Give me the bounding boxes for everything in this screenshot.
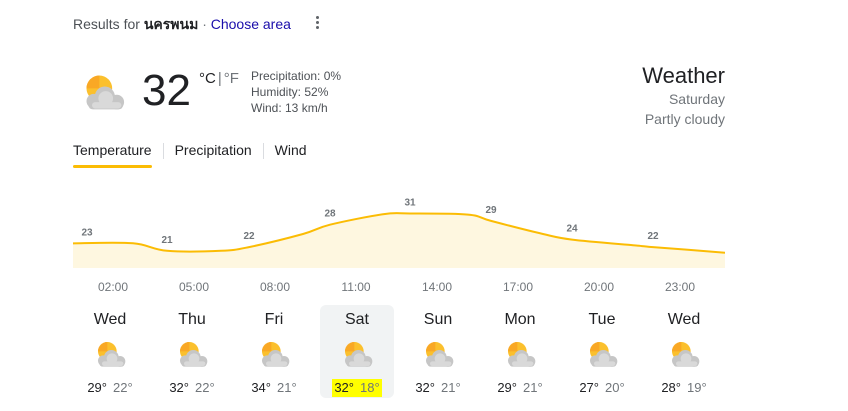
low-temp: 21° <box>523 380 543 395</box>
high-temp: 29° <box>497 380 517 395</box>
temperature-value: 22 <box>243 231 255 242</box>
high-temp: 32° <box>169 380 189 395</box>
hour-label: 05:00 <box>178 280 210 294</box>
weather-condition: Partly cloudy <box>644 111 725 127</box>
low-temp: 21° <box>441 380 461 395</box>
unit-separator: | <box>217 70 222 87</box>
weather-details: Precipitation: 0% Humidity: 52% Wind: 13… <box>251 68 341 116</box>
temperature-graph: 23 21 22 28 31 29 24 22 <box>73 197 725 268</box>
day-wed[interactable]: Wed 28° 19° <box>647 305 721 398</box>
day-name: Fri <box>264 311 284 328</box>
day-temps: 32° 21° <box>413 379 462 397</box>
choose-area-link[interactable]: Choose area <box>211 16 291 32</box>
results-header: Results for นครพนม · Choose area <box>73 14 291 36</box>
day-temps: 27° 20° <box>577 379 626 397</box>
day-name: Sat <box>344 311 369 328</box>
day-name: Sun <box>423 311 453 328</box>
day-tue[interactable]: Tue 27° 20° <box>565 305 639 398</box>
location-name: นครพนม <box>143 16 199 32</box>
tab-divider <box>262 143 264 159</box>
day-wed[interactable]: Wed 29° 22° <box>73 305 147 398</box>
hourly-times: 02:00 05:00 08:00 11:00 14:00 17:00 20:00 23:00 <box>73 280 725 296</box>
hour-label: 23:00 <box>664 280 696 294</box>
hour-label: 14:00 <box>421 280 453 294</box>
high-temp: 27° <box>579 380 599 395</box>
day-temps: 29° 22° <box>85 379 134 397</box>
partly-cloudy-icon <box>662 338 706 370</box>
day-fri[interactable]: Fri 34° 21° <box>237 305 311 398</box>
day-name: Wed <box>93 311 127 328</box>
day-temps: 28° 19° <box>659 379 708 397</box>
partly-cloudy-icon <box>252 338 296 370</box>
low-temp: 18° <box>360 380 380 395</box>
partly-cloudy-icon <box>580 338 624 370</box>
partly-cloudy-icon <box>498 338 542 370</box>
separator: · <box>202 16 207 32</box>
hour-label: 20:00 <box>583 280 615 294</box>
hour-label: 11:00 <box>341 280 371 294</box>
unit-toggle: °C | °F <box>199 70 239 87</box>
weather-title: Weather <box>642 63 725 88</box>
low-temp: 19° <box>687 380 707 395</box>
day-sat[interactable]: Sat 32° 18° <box>320 305 394 398</box>
more-vert-icon[interactable] <box>310 12 324 32</box>
temperature-value: 21 <box>161 235 173 246</box>
high-temp: 28° <box>661 380 681 395</box>
low-temp: 21° <box>277 380 297 395</box>
low-temp: 20° <box>605 380 625 395</box>
weather-day: Saturday <box>668 91 725 107</box>
partly-cloudy-icon <box>73 70 133 114</box>
day-name: Thu <box>178 311 206 328</box>
temperature-value: 24 <box>566 224 578 235</box>
tab-precipitation[interactable]: Precipitation <box>175 142 262 168</box>
day-thu[interactable]: Thu 32° 22° <box>155 305 229 398</box>
tab-wind[interactable]: Wind <box>275 142 317 168</box>
low-temp: 22° <box>195 380 215 395</box>
day-name: Mon <box>504 311 536 328</box>
hour-label: 02:00 <box>97 280 129 294</box>
current-temperature: 32 <box>142 66 191 115</box>
results-prefix: Results for <box>73 16 140 32</box>
partly-cloudy-icon <box>88 338 132 370</box>
tab-divider <box>162 143 164 159</box>
day-mon[interactable]: Mon 29° 21° <box>483 305 557 398</box>
low-temp: 22° <box>113 380 133 395</box>
wind-text: Wind: 13 km/h <box>251 101 328 115</box>
temperature-value: 31 <box>404 197 416 208</box>
day-sun[interactable]: Sun 32° 21° <box>401 305 475 398</box>
high-temp: 32° <box>415 380 435 395</box>
temperature-value: 23 <box>81 227 93 238</box>
high-temp: 32° <box>334 380 354 395</box>
tab-temperature[interactable]: Temperature <box>73 142 162 168</box>
partly-cloudy-icon <box>416 338 460 370</box>
unit-fahrenheit[interactable]: °F <box>224 70 239 87</box>
day-name: Wed <box>667 311 701 328</box>
unit-celsius[interactable]: °C <box>199 70 216 87</box>
day-temps: 32° 22° <box>167 379 216 397</box>
temperature-value: 28 <box>324 209 336 220</box>
day-temps: 34° 21° <box>249 379 298 397</box>
day-name: Tue <box>588 311 616 328</box>
temperature-value: 29 <box>485 205 497 216</box>
partly-cloudy-icon <box>335 338 379 370</box>
day-temps: 32° 18° <box>332 379 382 397</box>
high-temp: 29° <box>87 380 107 395</box>
humidity-text: Humidity: 52% <box>251 85 329 99</box>
temperature-value: 22 <box>647 231 659 242</box>
partly-cloudy-icon <box>170 338 214 370</box>
day-temps: 29° 21° <box>495 379 544 397</box>
hour-label: 17:00 <box>502 280 534 294</box>
hour-label: 08:00 <box>259 280 291 294</box>
weather-summary: Weather Saturday Partly cloudy <box>642 63 725 129</box>
daily-forecast: Wed 29° 22° Thu 32° 22° Fri 34° 21° Sat 32° 18° Sun 3… <box>73 305 725 400</box>
high-temp: 34° <box>251 380 271 395</box>
chart-tabs: Temperature Precipitation Wind <box>73 142 317 168</box>
precipitation-text: Precipitation: 0% <box>251 69 342 83</box>
